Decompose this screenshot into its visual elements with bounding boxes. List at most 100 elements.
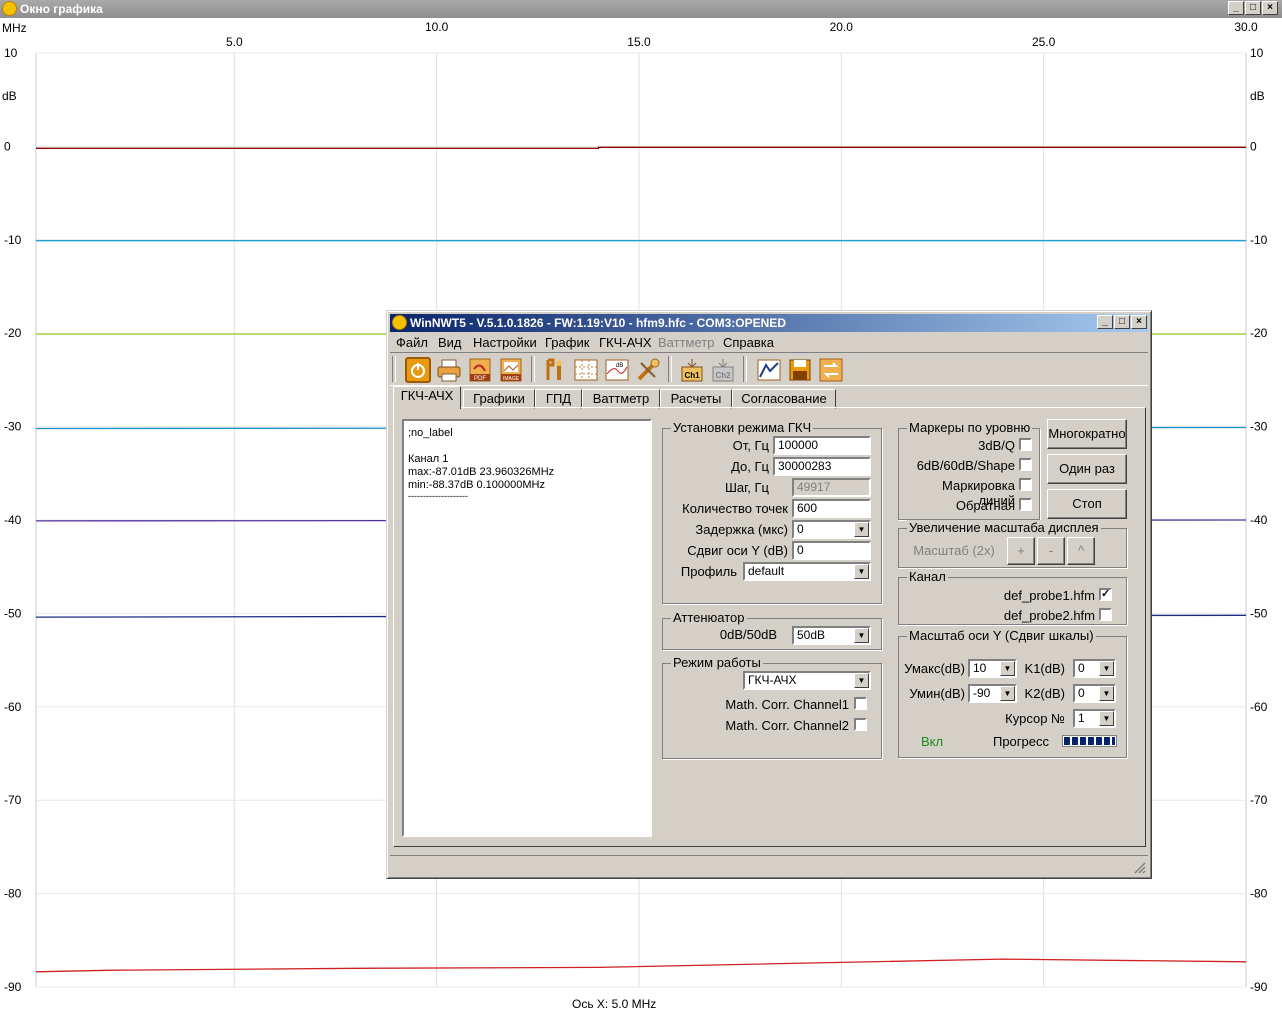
toolbar-separator [743,356,747,382]
attenuator-select[interactable]: 50dB ▼ [792,626,871,645]
image-icon[interactable]: IMAGE [498,357,524,383]
mode-select[interactable]: ГКЧ-АЧХ ▼ [743,671,871,690]
chevron-down-icon[interactable]: ▼ [854,628,869,643]
tab-calculations[interactable]: Расчеты [660,389,732,409]
zoom-minus-button[interactable]: - [1037,537,1065,565]
probe1-checkbox[interactable]: ✓ [1099,588,1112,601]
zoom-caption: Увеличение масштаба дисплея [907,520,1101,535]
corr2-checkbox[interactable] [854,718,867,731]
marker-6db-checkbox[interactable] [1019,458,1032,471]
menu-help[interactable]: Справка [723,335,774,350]
delay-select[interactable]: 0 ▼ [792,520,871,539]
points-label: Количество точек [682,501,788,516]
close-button[interactable]: × [1262,1,1278,15]
svg-text:PDF: PDF [474,376,486,382]
memo-line: -------------------- [408,491,468,501]
x-tick-label: 5.0 [226,35,243,49]
attenuator-label: 0dB/50dB [719,627,777,642]
dialog-close-button[interactable]: × [1131,315,1147,329]
results-memo[interactable]: ;no_label Канал 1 max:-87.01dB 23.960326… [402,419,652,837]
pdf-icon[interactable]: PDF [467,357,493,383]
tools-icon[interactable] [542,357,568,383]
y-tick-label-left: -90 [4,980,22,994]
k2-value: 0 [1078,686,1085,700]
y-tick-label-left: -80 [4,887,22,901]
y-tick-label-right: 10 [1250,46,1264,60]
curve-icon[interactable] [756,357,782,383]
yshift-field[interactable]: 0 [792,541,871,560]
swap-icon[interactable] [818,357,844,383]
resize-grip-icon[interactable] [1132,860,1146,874]
points-field[interactable]: 600 [792,499,871,518]
stop-button[interactable]: Стоп [1047,489,1127,519]
yscale-caption: Масштаб оси Y (Сдвиг шкалы) [907,628,1096,643]
menu-sweep[interactable]: ГКЧ-АЧХ [599,335,652,350]
wrench-icon[interactable] [635,357,661,383]
series-line-7 [35,958,1247,973]
progress-bar [1062,735,1117,747]
profile-select[interactable]: default ▼ [743,562,871,581]
tab-graphs[interactable]: Графики [463,389,535,409]
marker-inverse-checkbox[interactable] [1019,498,1032,511]
zoom-plus-button[interactable]: + [1007,537,1035,565]
ch2-icon[interactable]: Ch2 [710,357,736,383]
tab-sweep[interactable]: ГКЧ-АЧХ [393,386,461,409]
probe2-label: def_probe2.hfm [1003,608,1095,623]
graph-window-title: Окно графика [20,2,103,16]
single-sweep-button[interactable]: Один раз [1047,454,1127,484]
power-icon[interactable] [405,357,431,383]
chevron-down-icon[interactable]: ▼ [854,564,869,579]
chevron-down-icon[interactable]: ▼ [1099,686,1114,701]
cursor-select[interactable]: 1 ▼ [1073,709,1116,728]
minimize-button[interactable]: _ [1228,1,1244,15]
multi-sweep-button[interactable]: Многократно [1047,419,1127,449]
toolbar-separator [531,356,535,382]
step-field[interactable]: 49917 [792,478,871,497]
tab-wattmeter[interactable]: Ваттметр [582,389,660,409]
memo-line: Канал 1 [408,453,449,465]
maximize-button[interactable]: □ [1245,1,1261,15]
print-icon[interactable] [436,357,462,383]
svg-text:dB: dB [616,363,623,369]
marker-6db-label: 6dB/60dB/Shape [916,458,1015,473]
grid-icon[interactable] [573,357,599,383]
chevron-down-icon[interactable]: ▼ [1000,686,1015,701]
corr2-label: Math. Corr. Channel2 [725,718,849,733]
memo-line: max:-87.01dB 23.960326MHz [408,466,555,478]
corr1-checkbox[interactable] [854,697,867,710]
db-chart-icon[interactable]: dB [604,357,630,383]
menu-settings[interactable]: Настройки [473,335,537,350]
k1-select[interactable]: 0 ▼ [1073,659,1116,678]
marker-lines-checkbox[interactable] [1019,478,1032,491]
chevron-down-icon[interactable]: ▼ [1000,661,1015,676]
on-indicator: Вкл [921,734,944,749]
dialog-maximize-button[interactable]: □ [1114,315,1130,329]
ch1-icon[interactable]: Ch1 [679,357,705,383]
ymin-select[interactable]: -90 ▼ [968,684,1017,703]
zoom-up-button[interactable]: ^ [1067,537,1095,565]
chevron-down-icon[interactable]: ▼ [854,522,869,537]
chevron-down-icon[interactable]: ▼ [1099,711,1114,726]
probe2-checkbox[interactable] [1099,608,1112,621]
graph-window-titlebar: Окно графика _ □ × [0,0,1282,18]
zoom-2x-button[interactable]: Масштаб (2x) [909,537,999,565]
k2-select[interactable]: 0 ▼ [1073,684,1116,703]
save-icon[interactable] [787,357,813,383]
menu-wattmeter[interactable]: Ваттметр [658,335,714,350]
probe1-label: def_probe1.hfm [1003,588,1095,603]
menu-file[interactable]: Файл [396,335,428,350]
ymax-select[interactable]: 10 ▼ [968,659,1017,678]
marker-3db-checkbox[interactable] [1019,438,1032,451]
corr1-label: Math. Corr. Channel1 [725,697,849,712]
menu-view[interactable]: Вид [438,335,462,350]
delay-label: Задержка (мкс) [695,522,788,537]
tab-matching[interactable]: Согласование [732,389,836,409]
menu-graph[interactable]: График [545,335,589,350]
chevron-down-icon[interactable]: ▼ [854,673,869,688]
ymin-label: Умин(dB) [909,686,965,701]
tab-gpd[interactable]: ГПД [535,389,582,409]
from-field[interactable]: 100000 [773,436,871,455]
dialog-minimize-button[interactable]: _ [1097,315,1113,329]
to-field[interactable]: 30000283 [773,457,871,476]
chevron-down-icon[interactable]: ▼ [1099,661,1114,676]
